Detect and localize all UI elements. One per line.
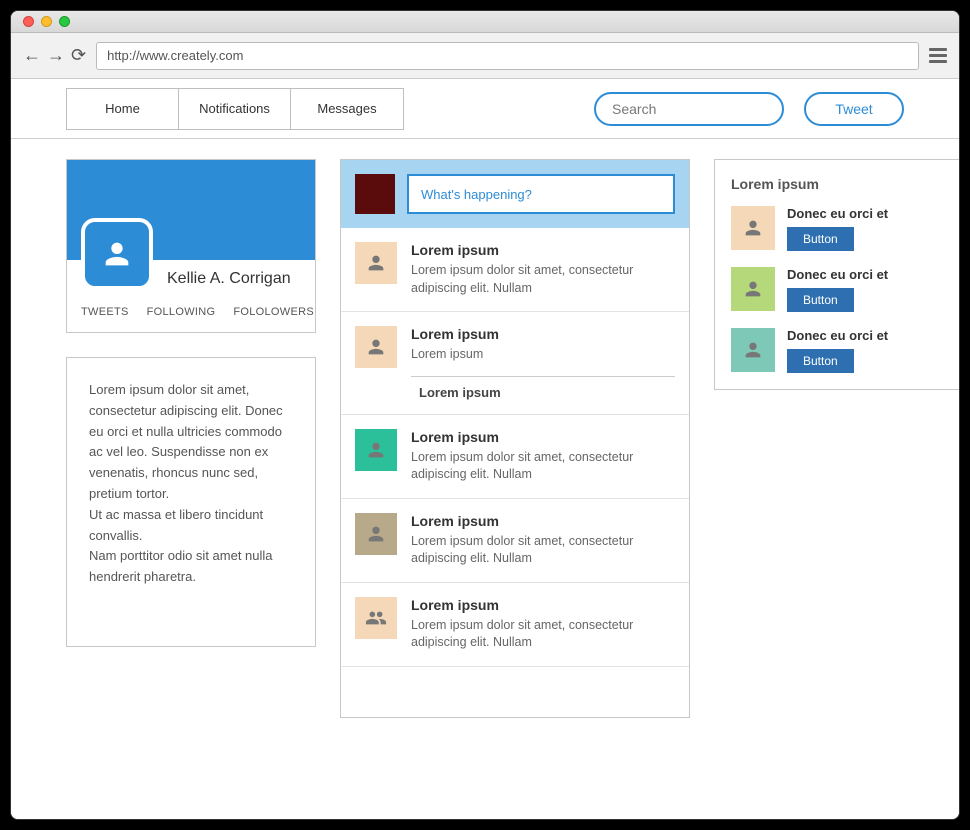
search-input[interactable]: Search — [594, 92, 784, 126]
divider — [411, 376, 675, 377]
feed-list: Lorem ipsum Lorem ipsum dolor sit amet, … — [341, 228, 689, 717]
top-nav: Home Notifications Messages Search Tweet — [11, 79, 959, 139]
feed-avatar — [355, 597, 397, 639]
feed-item[interactable]: Lorem ipsum Lorem ipsum dolor sit amet, … — [341, 415, 689, 499]
browser-toolbar: ← → ⟳ http://www.creately.com — [11, 33, 959, 79]
right-column: Lorem ipsum Donec eu orci et Button — [714, 159, 959, 718]
follow-button[interactable]: Button — [787, 227, 854, 251]
feed-text: Lorem ipsum — [411, 346, 675, 364]
compose-avatar — [355, 174, 395, 214]
stat-following[interactable]: FOLLOWING — [147, 306, 216, 318]
tab-notifications[interactable]: Notifications — [179, 89, 291, 129]
feed-item[interactable]: Lorem ipsum Lorem ipsum dolor sit amet, … — [341, 499, 689, 583]
person-icon — [742, 339, 764, 361]
window-titlebar — [11, 11, 959, 33]
feed-text: Lorem ipsum dolor sit amet, consectetur … — [411, 449, 675, 484]
reload-icon[interactable]: ⟳ — [71, 45, 86, 66]
suggestion-name: Donec eu orci et — [787, 328, 947, 343]
feed-title: Lorem ipsum — [411, 513, 675, 529]
tab-home[interactable]: Home — [67, 89, 179, 129]
feed-avatar — [355, 513, 397, 555]
suggestions-card: Lorem ipsum Donec eu orci et Button — [714, 159, 959, 390]
feed-avatar — [355, 326, 397, 368]
page: Home Notifications Messages Search Tweet… — [11, 79, 959, 819]
bio-card: Lorem ipsum dolor sit amet, consectetur … — [66, 357, 316, 647]
suggestion-avatar — [731, 206, 775, 250]
feed-item[interactable]: Lorem ipsum Lorem ipsum dolor sit amet, … — [341, 228, 689, 312]
feed-avatar — [355, 429, 397, 471]
follow-button[interactable]: Button — [787, 288, 854, 312]
suggestion-name: Donec eu orci et — [787, 206, 947, 221]
suggestion-item: Donec eu orci et Button — [731, 206, 947, 251]
feed-title: Lorem ipsum — [411, 597, 675, 613]
person-icon — [742, 217, 764, 239]
feed-title: Lorem ipsum — [411, 429, 675, 445]
tweet-button[interactable]: Tweet — [804, 92, 904, 126]
feed-text: Lorem ipsum dolor sit amet, consectetur … — [411, 533, 675, 568]
feed-extra: Lorem ipsum — [419, 385, 675, 400]
feed-text: Lorem ipsum dolor sit amet, consectetur … — [411, 262, 675, 297]
close-window-icon[interactable] — [23, 16, 34, 27]
content-grid: Kellie A. Corrigan TWEETS FOLLOWING FOLO… — [11, 139, 959, 738]
person-icon — [365, 523, 387, 545]
suggestion-item: Donec eu orci et Button — [731, 267, 947, 312]
compose-input[interactable]: What's happening? — [407, 174, 675, 214]
profile-avatar[interactable] — [81, 218, 153, 290]
feed-item[interactable]: Lorem ipsum Lorem ipsum dolor sit amet, … — [341, 583, 689, 667]
minimize-window-icon[interactable] — [41, 16, 52, 27]
profile-card: Kellie A. Corrigan TWEETS FOLLOWING FOLO… — [66, 159, 316, 333]
url-input[interactable]: http://www.creately.com — [96, 42, 919, 70]
menu-icon[interactable] — [929, 48, 947, 63]
stat-followers[interactable]: FOLOLOWERS — [233, 306, 314, 318]
back-icon[interactable]: ← — [23, 45, 41, 66]
nav-tabs: Home Notifications Messages — [66, 88, 404, 130]
tab-messages[interactable]: Messages — [291, 89, 403, 129]
feed-title: Lorem ipsum — [411, 242, 675, 258]
person-icon — [742, 278, 764, 300]
stat-tweets[interactable]: TWEETS — [81, 306, 129, 318]
feed-title: Lorem ipsum — [411, 326, 675, 342]
forward-icon[interactable]: → — [47, 45, 65, 66]
person-icon — [100, 237, 134, 271]
nav-controls: ← → ⟳ — [23, 45, 86, 66]
suggestion-item: Donec eu orci et Button — [731, 328, 947, 373]
profile-cover — [67, 160, 315, 260]
suggestion-avatar — [731, 267, 775, 311]
feed-blank — [341, 667, 689, 717]
feed-item[interactable]: Lorem ipsum Lorem ipsum Lorem ipsum — [341, 312, 689, 415]
suggestions-title: Lorem ipsum — [731, 176, 947, 192]
compose-box: What's happening? — [341, 160, 689, 228]
suggestion-avatar — [731, 328, 775, 372]
person-icon — [365, 439, 387, 461]
group-icon — [365, 607, 387, 629]
left-column: Kellie A. Corrigan TWEETS FOLLOWING FOLO… — [66, 159, 316, 718]
browser-window: ← → ⟳ http://www.creately.com Home Notif… — [10, 10, 960, 820]
person-icon — [365, 252, 387, 274]
feed-text: Lorem ipsum dolor sit amet, consectetur … — [411, 617, 675, 652]
person-icon — [365, 336, 387, 358]
follow-button[interactable]: Button — [787, 349, 854, 373]
feed-column: What's happening? Lorem ipsum Lorem ipsu… — [340, 159, 690, 718]
suggestion-name: Donec eu orci et — [787, 267, 947, 282]
maximize-window-icon[interactable] — [59, 16, 70, 27]
profile-stats: TWEETS FOLLOWING FOLOLOWERS — [67, 296, 315, 332]
feed-avatar — [355, 242, 397, 284]
